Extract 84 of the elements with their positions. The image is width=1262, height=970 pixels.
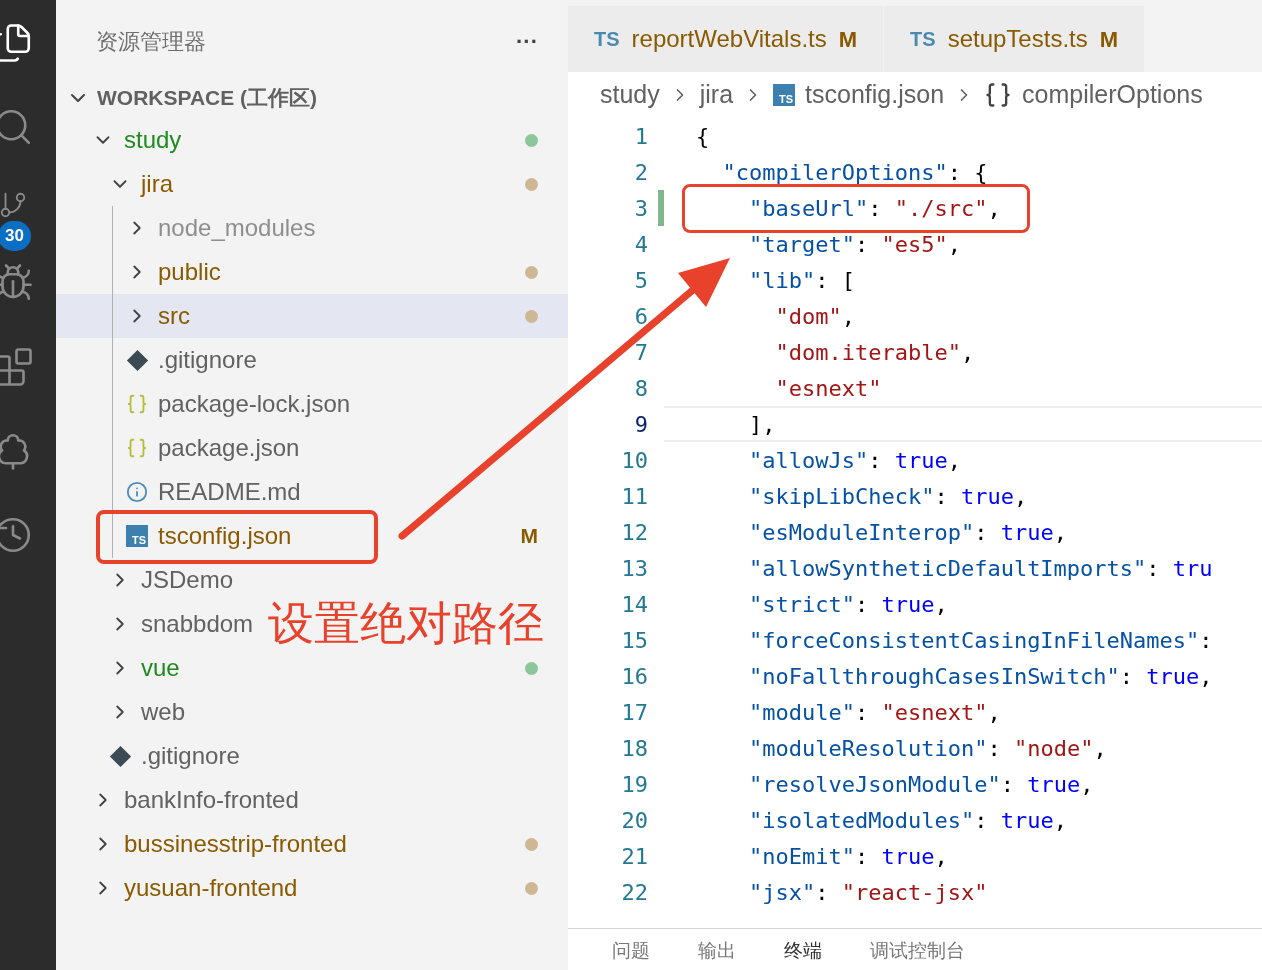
code-line: "noEmit": true, xyxy=(747,842,948,871)
line-number: 11 xyxy=(620,482,648,511)
line-number: 22 xyxy=(620,878,648,907)
code-line: "noFallthroughCasesInSwitch": true, xyxy=(747,662,1213,691)
line-number: 19 xyxy=(620,770,648,799)
code-line: "forceConsistentCasingInFileNames": xyxy=(747,626,1213,655)
line-number: 18 xyxy=(620,734,648,763)
panel-title: 资源管理器 xyxy=(96,27,206,56)
panel-tab[interactable]: 终端 xyxy=(784,941,822,960)
code-line: "dom", xyxy=(774,302,855,331)
folder-item[interactable]: src xyxy=(158,298,190,334)
folder-item[interactable]: node_modules xyxy=(158,210,316,246)
editor-tab[interactable]: TS setupTests.ts M xyxy=(884,6,1146,72)
breadcrumb-item[interactable]: compilerOptions xyxy=(1022,76,1203,114)
code-line: "lib": [ xyxy=(747,266,855,295)
line-number: 17 xyxy=(620,698,648,727)
more-actions-button[interactable]: ··· xyxy=(516,24,538,58)
panel-tab[interactable]: 输出 xyxy=(698,941,736,960)
line-number: 21 xyxy=(620,842,648,871)
code-line: "target": "es5", xyxy=(747,230,961,259)
panel-tab[interactable]: 调试控制台 xyxy=(870,941,965,960)
folder-item[interactable]: snabbdom xyxy=(141,606,254,642)
code-line: "dom.iterable", xyxy=(774,338,975,367)
code-line: "allowSyntheticDefaultImports": tru xyxy=(747,554,1213,583)
panel-tab[interactable]: 问题 xyxy=(612,941,650,960)
braces-icon xyxy=(126,393,148,415)
line-number: 4 xyxy=(633,230,648,259)
line-number: 1 xyxy=(633,122,648,151)
file-item[interactable]: package.json xyxy=(158,430,300,466)
folder-item[interactable]: jira xyxy=(141,166,173,202)
code-line: "baseUrl": "./src", xyxy=(747,194,1001,223)
info-icon xyxy=(126,481,148,503)
code-line: "esModuleInterop": true, xyxy=(747,518,1067,547)
line-number: 3 xyxy=(633,194,648,223)
line-number: 5 xyxy=(633,266,648,295)
breadcrumb-item[interactable]: study xyxy=(600,76,660,114)
editor-tab[interactable]: TS reportWebVitals.ts M xyxy=(568,6,885,72)
breadcrumb-item[interactable]: tsconfig.json xyxy=(805,76,945,114)
folder-item[interactable]: yusuan-frontend xyxy=(124,870,298,906)
file-item[interactable]: package-lock.json xyxy=(158,386,351,422)
code-line: "isolatedModules": true, xyxy=(747,806,1067,835)
breadcrumb-item[interactable]: jira xyxy=(699,76,734,114)
line-number: 8 xyxy=(633,374,648,403)
folder-item[interactable]: bussinesstrip-fronted xyxy=(124,826,347,862)
code-line: ], xyxy=(747,410,776,439)
line-number: 15 xyxy=(620,626,648,655)
ts-file-icon: TS xyxy=(773,84,796,106)
folder-item[interactable]: JSDemo xyxy=(141,562,234,598)
code-line: "resolveJsonModule": true, xyxy=(747,770,1094,799)
code-line: "esnext" xyxy=(774,374,882,403)
code-line: "allowJs": true, xyxy=(747,446,961,475)
line-number: 12 xyxy=(620,518,648,547)
folder-item[interactable]: web xyxy=(141,694,186,730)
file-item[interactable]: .gitignore xyxy=(158,342,257,378)
code-line: "moduleResolution": "node", xyxy=(747,734,1107,763)
extensions-icon[interactable] xyxy=(0,346,34,388)
folder-item[interactable]: public xyxy=(158,254,221,290)
braces-icon xyxy=(126,437,148,459)
line-number: 6 xyxy=(633,302,648,331)
code-line: "compilerOptions": { xyxy=(721,158,988,187)
code-line: "jsx": "react-jsx" xyxy=(747,878,988,907)
code-line: "skipLibCheck": true, xyxy=(747,482,1028,511)
line-number: 14 xyxy=(620,590,648,619)
section-header[interactable]: WORKSPACE (工作区) xyxy=(97,82,318,114)
folder-item[interactable]: vue xyxy=(141,650,180,686)
folder-item[interactable]: study xyxy=(124,122,182,158)
notification-badge: 30 xyxy=(0,221,31,251)
ts-file-icon: TS xyxy=(126,525,148,547)
folder-item[interactable]: bankInfo-fronted xyxy=(124,782,299,818)
line-number: 13 xyxy=(620,554,648,583)
line-number: 20 xyxy=(620,806,648,835)
annotation-text: 设置绝对路径 xyxy=(268,600,544,646)
line-number: 7 xyxy=(633,338,648,367)
line-number: 9 xyxy=(633,410,648,439)
code-line: "strict": true, xyxy=(747,590,948,619)
git-status-letter: M xyxy=(520,523,538,550)
file-item[interactable]: tsconfig.json xyxy=(158,518,292,554)
line-number: 10 xyxy=(620,446,648,475)
line-number: 16 xyxy=(620,662,648,691)
file-item[interactable]: README.md xyxy=(158,474,301,510)
file-item[interactable]: .gitignore xyxy=(141,738,240,774)
line-number: 2 xyxy=(633,158,648,187)
code-line: { xyxy=(696,122,710,151)
code-line: "module": "esnext", xyxy=(747,698,1001,727)
